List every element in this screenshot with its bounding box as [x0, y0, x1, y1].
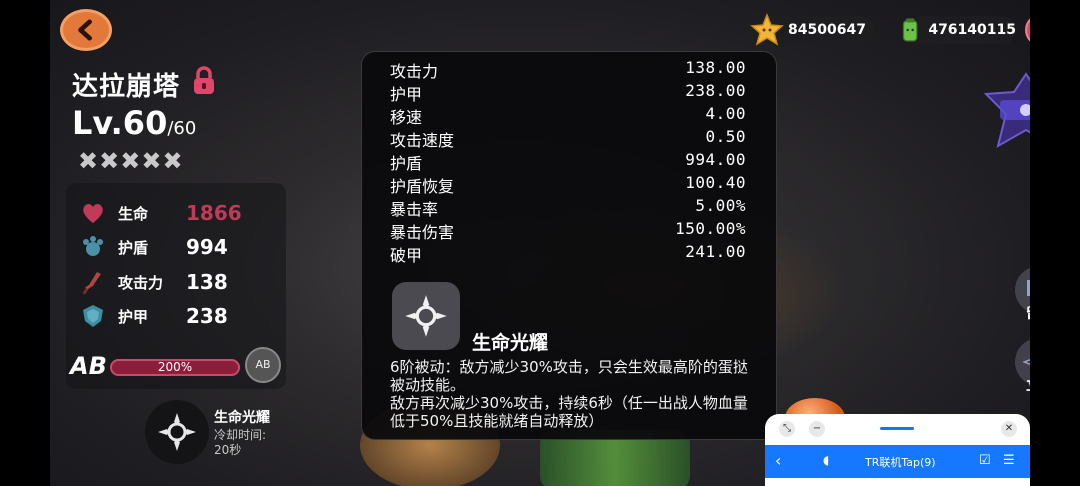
attr-label: 护盾恢复 — [390, 177, 455, 196]
level-value: Lv.60 — [72, 104, 168, 142]
lock-icon[interactable] — [191, 66, 217, 96]
attr-row: 暴击率 5.00% — [390, 196, 746, 219]
attr-row: 攻击力 138.00 — [390, 58, 746, 81]
stat-row-armor: 护甲 238 — [80, 301, 228, 331]
drag-handle[interactable] — [880, 427, 914, 430]
attr-row: 移速 4.00 — [390, 104, 746, 127]
attr-value: 5.00% — [695, 196, 746, 215]
skill-icon-box — [392, 282, 460, 350]
chaofan-badge-icon[interactable] — [982, 72, 1030, 150]
cooldown-value: 20秒 — [214, 443, 242, 457]
minimize-icon[interactable]: − — [809, 421, 825, 437]
chevron-left-icon — [78, 19, 92, 41]
attr-row: 攻击速度 0.50 — [390, 127, 746, 150]
stat-value-shield: 994 — [186, 235, 228, 259]
skill-title: 生命光耀 — [472, 332, 549, 354]
attr-value: 238.00 — [685, 81, 746, 100]
chat-title: TR联机Tap(9) — [865, 456, 936, 469]
attr-row: 护盾 994.00 — [390, 150, 746, 173]
stat-value-hp: 1866 — [186, 201, 242, 225]
close-icon[interactable]: ✕ — [1001, 421, 1017, 437]
hero-name: 达拉崩塔 — [72, 72, 181, 102]
attr-row: 护甲 238.00 — [390, 81, 746, 104]
skill-desc-line: 6阶被动：敌方减少30%攻击，只会生效最高阶的蛋挞被动技能。 — [390, 358, 748, 394]
stat-row-attack: 攻击力 138 — [80, 267, 228, 297]
skill-name: 生命光耀 — [214, 410, 270, 426]
ab-percent: 200% — [157, 360, 193, 374]
ear-icon: ◖ — [823, 453, 830, 467]
hero-level: Lv.60/60 — [72, 104, 196, 142]
coin-counter[interactable]: 84500647 — [750, 13, 874, 46]
attr-label: 攻击力 — [390, 62, 439, 81]
energy-drink-icon — [902, 18, 918, 42]
ab-progress-bar: 200% — [110, 359, 240, 376]
ab-gauge: AB 200% AB — [70, 347, 281, 384]
skill-desc-line: 敌方再次减少30%攻击，持续6秒（任一出战人物血量低于50%且技能就绪自动释放） — [390, 394, 748, 430]
attr-value: 150.00% — [675, 219, 746, 238]
energy-counter[interactable]: 476140115 — [902, 16, 1016, 44]
help-button[interactable]: ? — [1025, 14, 1030, 46]
attr-label: 暴击率 — [390, 200, 439, 219]
sparkle-icon — [1023, 359, 1030, 365]
attr-label: 攻击速度 — [390, 131, 455, 150]
attribute-detail-popup[interactable]: 攻击力 138.00 护甲 238.00 移速 4.00 攻击速度 0.50 护盾 994… — [361, 51, 777, 440]
skill-button[interactable] — [145, 400, 209, 464]
star-rating: ✖✖✖✖✖ — [78, 147, 184, 175]
chat-bubble-icon — [1027, 280, 1030, 301]
attr-value: 994.00 — [685, 150, 746, 169]
heart-icon — [83, 204, 103, 223]
attr-label: 护盾 — [390, 154, 423, 173]
menu-icon[interactable]: ☰ — [1003, 453, 1015, 468]
stat-label: 生命 — [118, 204, 149, 223]
attr-row: 暴击伤害 150.00% — [390, 219, 746, 242]
cooldown-label: 冷却时间: — [214, 428, 267, 442]
portrait-label: 立绘 — [1010, 375, 1030, 395]
ab-label: AB — [70, 352, 107, 380]
sword-icon — [82, 272, 101, 295]
attr-value: 0.50 — [705, 127, 746, 146]
attr-label: 暴击伤害 — [390, 223, 455, 242]
attr-value: 138.00 — [685, 58, 746, 77]
attr-label: 破甲 — [390, 246, 423, 265]
stat-value-attack: 138 — [186, 270, 228, 294]
stat-label: 攻击力 — [118, 273, 164, 292]
back-arrow-icon[interactable]: ‹ — [775, 451, 781, 470]
skill-description: 6阶被动：敌方减少30%攻击，只会生效最高阶的蛋挞被动技能。 敌方再次减少30%… — [390, 358, 762, 430]
attr-value: 4.00 — [705, 104, 746, 123]
ab-badge-button[interactable]: AB — [245, 347, 281, 383]
stat-label: 护甲 — [118, 307, 149, 326]
radiant-skill-icon — [158, 413, 196, 451]
radiant-skill-icon — [405, 295, 447, 337]
stat-row-hp: 生命 1866 — [80, 198, 242, 228]
calendar-icon[interactable]: ☑ — [979, 453, 991, 468]
level-max: /60 — [167, 118, 197, 139]
skill-cooldown: 冷却时间: 20秒 — [214, 428, 266, 458]
attr-value: 100.40 — [685, 173, 746, 192]
back-button[interactable] — [60, 9, 112, 51]
message-label: 留言 — [1010, 303, 1030, 323]
armor-icon — [83, 305, 103, 327]
attr-value: 241.00 — [685, 242, 746, 261]
energy-value: 476140115 — [928, 22, 1016, 38]
coin-value: 84500647 — [788, 22, 866, 38]
attr-row: 破甲 241.00 — [390, 242, 746, 265]
chat-title-bar: ‹ ◖ TR联机Tap(9) ☑ ☰ — [765, 445, 1030, 478]
resize-icon[interactable]: ⤡ — [779, 421, 795, 437]
star-coin-icon — [750, 13, 784, 46]
stat-label: 护盾 — [118, 238, 149, 257]
attr-label: 移速 — [390, 108, 423, 127]
stat-row-shield: 护盾 994 — [80, 232, 228, 262]
floating-chat-window[interactable]: ⤡ − ✕ ‹ ◖ TR联机Tap(9) ☑ ☰ — [765, 414, 1030, 486]
attr-label: 护甲 — [390, 85, 423, 104]
stat-value-armor: 238 — [186, 304, 228, 328]
attr-row: 护盾恢复 100.40 — [390, 173, 746, 196]
paw-shield-icon — [83, 236, 103, 256]
